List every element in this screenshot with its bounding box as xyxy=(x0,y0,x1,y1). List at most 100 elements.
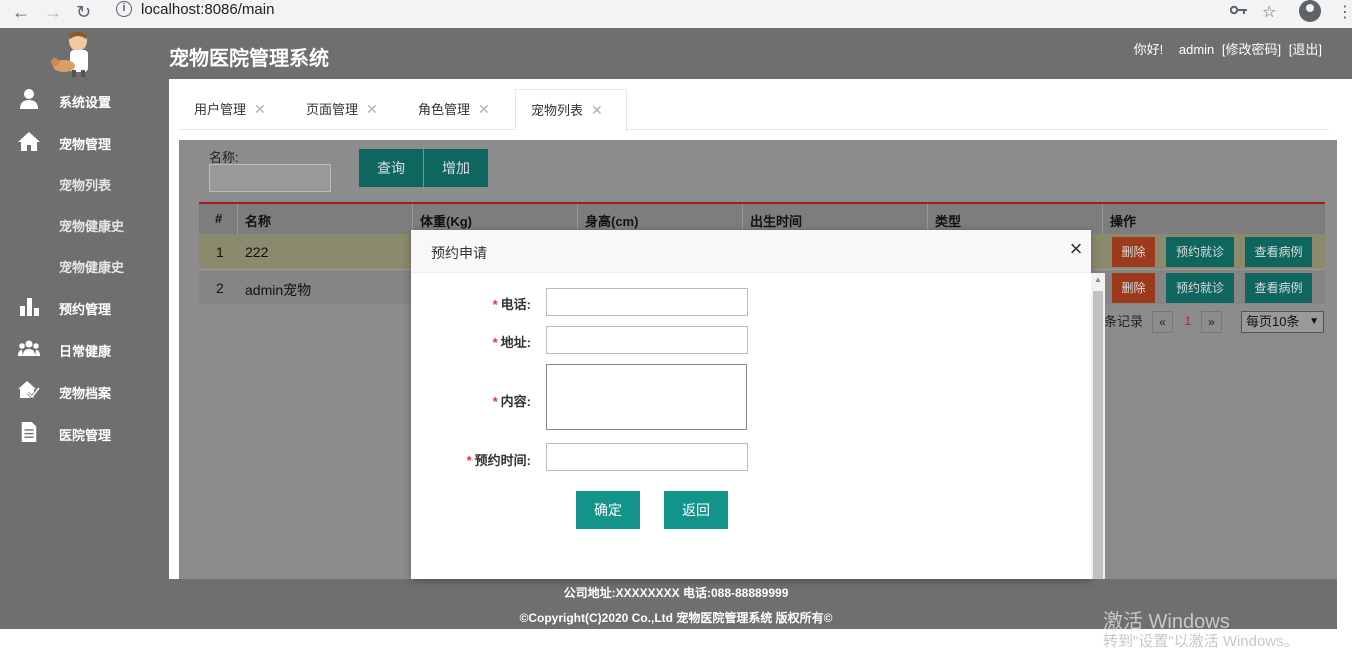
tab-label: 角色管理 xyxy=(418,102,471,117)
label-text: 预约时间: xyxy=(474,453,531,468)
records-count-text: 条记录 xyxy=(1104,314,1144,329)
sidebar-item-daily-health[interactable]: 日常健康 xyxy=(0,330,169,366)
user-area: 你好! admin [修改密码] [退出] xyxy=(1130,39,1322,58)
app-header: 宠物医院管理系统 你好! admin [修改密码] [退出] xyxy=(0,28,1352,79)
sidebar-subitem-pet-health-history-2[interactable]: 宠物健康史 xyxy=(59,257,124,276)
appointment-button[interactable]: 预约就诊 xyxy=(1166,273,1234,303)
column-header: 名称 xyxy=(245,214,272,229)
next-page-button[interactable]: » xyxy=(1201,311,1222,333)
sidebar-item-label: 宠物管理 xyxy=(59,137,112,152)
sidebar: 系统设置 宠物管理 宠物列表 宠物健康史 宠物健康史 预约管理 日常健康 宠物档… xyxy=(0,79,169,579)
column-header: 出生时间 xyxy=(750,214,803,229)
label-text: 地址: xyxy=(500,335,531,350)
app-title: 宠物医院管理系统 xyxy=(169,48,329,70)
scroll-up-icon[interactable]: ▲ xyxy=(1094,275,1102,284)
required-mark: * xyxy=(492,297,498,312)
appointment-dialog: 预约申请 × * 电话: * 地址: * 内容: * 预约时间: 确定 返回 xyxy=(411,230,1091,579)
address-field[interactable] xyxy=(546,326,748,354)
label-text: 内容: xyxy=(500,394,531,409)
greeting-text: 你好! xyxy=(1133,42,1164,57)
forward-icon[interactable]: → xyxy=(44,2,62,23)
address-label: * 地址: xyxy=(411,332,531,351)
sidebar-item-appointments[interactable]: 预约管理 xyxy=(0,288,169,324)
content-label: * 内容: xyxy=(411,391,531,410)
column-header: 体重(Kg) xyxy=(420,214,472,229)
add-button[interactable]: 增加 xyxy=(424,149,488,187)
url-text[interactable]: localhost:8086/main xyxy=(141,1,274,18)
row-name: 222 xyxy=(245,244,269,260)
search-input[interactable] xyxy=(209,164,331,192)
sidebar-item-label: 日常健康 xyxy=(59,344,112,359)
page-size-select[interactable]: 每页10条 ▼ xyxy=(1241,311,1324,333)
sidebar-item-label: 宠物档案 xyxy=(59,386,112,401)
back-icon[interactable]: ← xyxy=(12,2,30,23)
document-icon xyxy=(21,422,37,442)
label-text: 电话: xyxy=(500,297,531,312)
scrollbar-thumb[interactable] xyxy=(1093,291,1103,579)
key-icon[interactable] xyxy=(1230,4,1248,16)
prev-page-button[interactable]: « xyxy=(1152,311,1173,333)
sidebar-item-system-settings[interactable]: 系统设置 xyxy=(0,81,169,117)
logout-link[interactable]: [退出] xyxy=(1289,42,1322,57)
tab-page-management[interactable]: 页面管理 ✕ xyxy=(291,89,401,130)
required-mark: * xyxy=(466,453,472,468)
change-password-link[interactable]: [修改密码] xyxy=(1222,42,1281,57)
row-index: 1 xyxy=(216,244,224,260)
dialog-scrollbar[interactable]: ▲ xyxy=(1091,273,1105,579)
sidebar-item-label: 预约管理 xyxy=(59,302,112,317)
column-header: 操作 xyxy=(1110,214,1137,229)
sidebar-item-pet-management[interactable]: 宠物管理 xyxy=(0,123,169,159)
menu-icon[interactable]: ⋮ xyxy=(1337,2,1352,22)
phone-label: * 电话: xyxy=(411,294,531,313)
tab-label: 用户管理 xyxy=(194,102,247,117)
address-bar[interactable]: i localhost:8086/main xyxy=(107,0,1207,22)
view-records-button[interactable]: 查看病例 xyxy=(1245,273,1312,303)
sidebar-item-label: 系统设置 xyxy=(59,95,112,110)
profile-avatar[interactable] xyxy=(1299,0,1321,22)
row-name: admin宠物 xyxy=(245,282,312,298)
page-size-value: 每页10条 xyxy=(1246,314,1300,329)
delete-button[interactable]: 删除 xyxy=(1112,273,1155,303)
close-icon[interactable]: ✕ xyxy=(254,101,266,117)
tab-user-management[interactable]: 用户管理 ✕ xyxy=(179,89,289,130)
sidebar-item-label: 医院管理 xyxy=(59,428,112,443)
browser-toolbar: ← → ↻ i localhost:8086/main ☆ ⋮ xyxy=(0,0,1352,28)
info-icon[interactable]: i xyxy=(116,1,132,17)
dialog-header: 预约申请 × xyxy=(411,230,1091,273)
appointment-button[interactable]: 预约就诊 xyxy=(1166,237,1234,267)
row-index: 2 xyxy=(216,280,224,296)
house-check-icon xyxy=(18,381,40,400)
close-icon[interactable]: ✕ xyxy=(366,101,378,117)
close-icon[interactable]: ✕ xyxy=(478,101,490,117)
column-header: 身高(cm) xyxy=(585,214,639,229)
column-header: # xyxy=(215,211,223,226)
phone-field[interactable] xyxy=(546,288,748,316)
content-textarea[interactable] xyxy=(546,364,747,430)
doctor-logo-icon xyxy=(51,31,88,77)
tab-pet-list[interactable]: 宠物列表 ✕ xyxy=(515,89,627,131)
tab-label: 页面管理 xyxy=(306,102,359,117)
delete-button[interactable]: 删除 xyxy=(1112,237,1155,267)
appointment-time-field[interactable] xyxy=(546,443,748,471)
reload-icon[interactable]: ↻ xyxy=(76,2,91,23)
star-icon[interactable]: ☆ xyxy=(1262,2,1276,22)
user-icon xyxy=(20,89,38,109)
back-button[interactable]: 返回 xyxy=(664,491,728,529)
view-records-button[interactable]: 查看病例 xyxy=(1245,237,1312,267)
tab-role-management[interactable]: 角色管理 ✕ xyxy=(403,89,513,130)
sidebar-item-hospital-management[interactable]: 医院管理 xyxy=(0,414,169,450)
current-page[interactable]: 1 xyxy=(1179,311,1197,333)
footer-address: 公司地址:XXXXXXXX 电话:088-88889999 xyxy=(563,586,789,600)
close-icon[interactable]: × xyxy=(1065,238,1087,260)
tab-label: 宠物列表 xyxy=(531,103,584,118)
tab-bar: 用户管理 ✕ 页面管理 ✕ 角色管理 ✕ 宠物列表 ✕ xyxy=(179,89,1329,131)
sidebar-item-pet-archive[interactable]: 宠物档案 xyxy=(0,372,169,408)
close-icon[interactable]: ✕ xyxy=(591,102,603,118)
confirm-button[interactable]: 确定 xyxy=(576,491,640,529)
query-button[interactable]: 查询 xyxy=(359,149,423,187)
sidebar-subitem-pet-list[interactable]: 宠物列表 xyxy=(59,175,111,194)
group-icon xyxy=(18,340,40,356)
required-mark: * xyxy=(492,335,498,350)
sidebar-subitem-pet-health-history[interactable]: 宠物健康史 xyxy=(59,216,124,235)
column-header: 类型 xyxy=(935,214,962,229)
